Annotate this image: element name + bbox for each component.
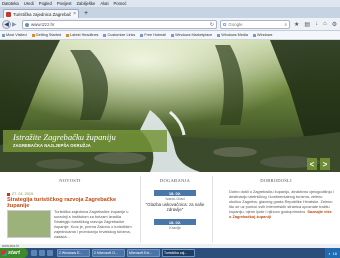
menu-bar: Datoteka Uredi Pogled Povijest Zabilješk…	[0, 0, 340, 7]
hero-slider: Istražite Zagrebačku županiju ZAGREBAČKA…	[0, 40, 340, 172]
page-icon	[253, 33, 257, 37]
bookmark-free-hotmail[interactable]: Free Hotmail	[140, 33, 166, 37]
home-icon[interactable]: ⌂	[323, 21, 327, 28]
tab-bar: Turistička zajednica Zagrebač... × +	[0, 7, 340, 18]
hero-image	[0, 40, 340, 172]
volume-icon[interactable]: ◖	[328, 251, 330, 256]
favicon-icon	[6, 11, 11, 17]
bookmark-most-visited[interactable]: Most Visited	[2, 33, 27, 37]
hero-caption-title[interactable]: Istražite Zagrebačku županiju	[13, 132, 167, 142]
slider-next-button[interactable]: >	[320, 158, 330, 170]
address-bar[interactable]: www.tzzz.hr ↻	[22, 20, 217, 29]
navigation-bar: ◀ ▶ www.tzzz.hr ↻ G Google ⌕ ★ ▤ ↓ ⌂ ⚙ ≡	[0, 18, 340, 31]
bookmark-windows-media[interactable]: Windows Media	[217, 33, 248, 37]
column-divider	[212, 176, 213, 242]
close-tab-icon[interactable]: ×	[73, 11, 78, 17]
bookmarks-bar: Most Visited Getting Started Latest Head…	[0, 31, 340, 40]
search-engine-icon[interactable]: G	[223, 22, 226, 27]
taskbar: start 2 Windows E... 2 Microsoft O... Mi…	[0, 248, 340, 258]
task-button-active[interactable]: Turistička zaj...	[162, 249, 195, 257]
search-icon[interactable]: ⌕	[285, 22, 289, 27]
download-icon[interactable]: ↓	[315, 21, 318, 28]
menu-edit[interactable]: Uredi	[24, 1, 34, 6]
news-date-text: 27. 01. 2015	[12, 192, 34, 196]
date-marker-icon	[7, 192, 10, 196]
event-date-badge: 18. 02.	[154, 219, 196, 225]
welcome-text: Dobro došli u Zagrebačku županiju, atrak…	[229, 189, 335, 219]
quick-launch	[28, 250, 53, 256]
bookmark-customize-links[interactable]: Customize Links	[103, 33, 135, 37]
bookmark-getting-started[interactable]: Getting Started	[31, 33, 61, 37]
page-icon	[217, 33, 221, 37]
tray-clock[interactable]: 16	[333, 251, 337, 256]
forward-button[interactable]: ▶	[12, 21, 17, 28]
menu-file[interactable]: Datoteka	[2, 1, 19, 6]
page-icon	[140, 33, 144, 37]
news-excerpt: Turistička zajednica Zagrebačke županije…	[54, 209, 132, 239]
event-place: Kravlje	[169, 226, 181, 230]
menu-tools[interactable]: Alati	[100, 1, 108, 6]
bookmark-latest-headlines[interactable]: Latest Headlines	[66, 33, 98, 37]
event-title-link[interactable]: "Glazba uskovačnica: za naše zdravlje"	[143, 202, 207, 212]
search-input[interactable]: Google	[228, 22, 242, 27]
hero-caption: Istražite Zagrebačku županiju ZAGREBAČKA…	[3, 130, 167, 152]
windows-logo-icon	[2, 250, 7, 256]
start-button[interactable]: start	[0, 248, 28, 258]
system-tray: ◖ 16	[325, 248, 340, 258]
page-icon	[103, 33, 107, 37]
hero-caption-subtitle: ZAGREBAČKA NAJLJEPŠA OKRUŽJA	[13, 143, 91, 148]
column-divider	[140, 176, 141, 242]
reload-icon[interactable]: ↻	[210, 22, 216, 28]
slider-prev-button[interactable]: <	[307, 158, 317, 170]
bookmark-icon	[2, 33, 5, 37]
firefox-icon	[31, 33, 35, 37]
rss-icon	[66, 33, 70, 37]
task-button[interactable]: 2 Microsoft O...	[92, 249, 125, 257]
new-tab-button[interactable]: +	[82, 10, 90, 17]
address-input[interactable]: www.tzzz.hr	[31, 22, 208, 27]
bookmarks-icon[interactable]: ▤	[304, 21, 310, 28]
start-label: start	[8, 250, 20, 256]
task-button[interactable]: Microsoft Ext...	[127, 249, 160, 257]
content-area: NOVOSTI 27. 01. 2015 Strategija turistič…	[0, 172, 340, 244]
back-arrow-icon: ◀	[4, 22, 9, 28]
settings-icon[interactable]: ⚙	[332, 21, 337, 28]
menu-help[interactable]: Pomoć	[114, 1, 127, 6]
search-box[interactable]: G Google ⌕	[220, 20, 290, 29]
back-button[interactable]: ◀	[2, 20, 11, 29]
bookmark-windows[interactable]: Windows	[253, 33, 272, 37]
menu-view[interactable]: Pogled	[39, 1, 52, 6]
site-identity-icon	[25, 22, 29, 27]
news-date: 27. 01. 2015	[7, 192, 33, 196]
news-thumbnail[interactable]	[7, 210, 51, 238]
quicklaunch-ie-icon[interactable]	[31, 250, 37, 256]
star-icon[interactable]: ★	[294, 21, 299, 28]
menu-bookmarks[interactable]: Zabilješke	[77, 1, 96, 6]
page-icon	[171, 33, 175, 37]
toolbar-icons: ★ ▤ ↓ ⌂ ⚙ ≡	[294, 21, 340, 28]
browser-tab[interactable]: Turistička zajednica Zagrebač... ×	[3, 9, 79, 18]
tab-title: Turistička zajednica Zagrebač...	[13, 11, 72, 17]
event-date-badge: 18. 02.	[154, 190, 196, 196]
task-button[interactable]: 2 Windows E...	[57, 249, 90, 257]
events-heading: DOGAĐANJA	[159, 178, 191, 183]
menu-history[interactable]: Povijest	[57, 1, 72, 6]
task-list: 2 Windows E... 2 Microsoft O... Microsof…	[53, 249, 195, 257]
bookmark-windows-marketplace[interactable]: Windows Marketplace	[171, 33, 212, 37]
news-heading: NOVOSTI	[59, 178, 81, 183]
news-title-link[interactable]: Strategija turističkog razvoja Zagrebačk…	[7, 197, 133, 209]
event-place: Ivanić-Grad	[165, 197, 185, 201]
quicklaunch-desktop-icon[interactable]	[39, 250, 45, 256]
welcome-heading: DOBRODOŠLI	[260, 178, 292, 183]
